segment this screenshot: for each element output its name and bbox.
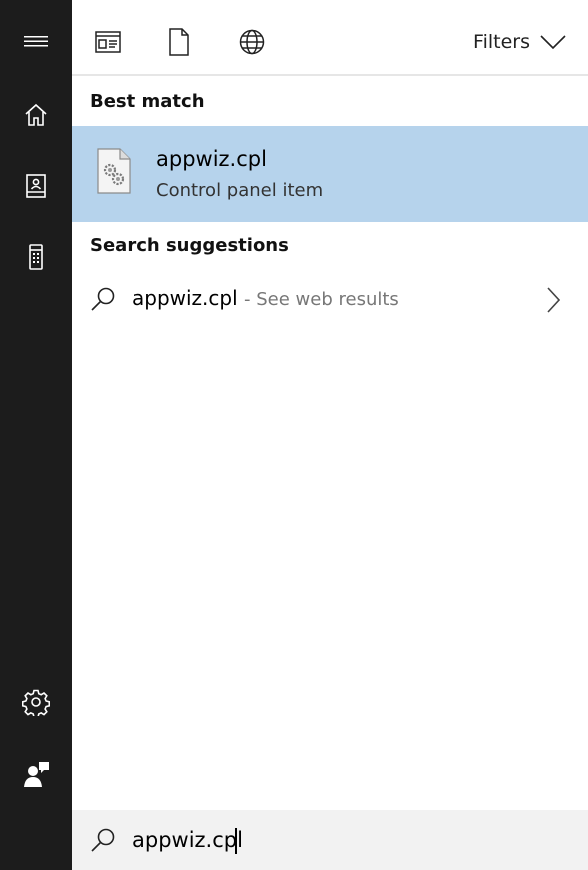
apps-icon	[95, 31, 121, 53]
menu-button[interactable]	[0, 13, 72, 69]
documents-scope-button[interactable]	[151, 14, 207, 70]
devices-button[interactable]	[0, 229, 72, 285]
search-suggestions-heading: Search suggestions	[90, 235, 289, 256]
suggestion-text: appwiz.cpl - See web results	[132, 286, 399, 310]
left-rail	[0, 0, 72, 870]
search-panel: Filters Best match appwiz.cpl Control pa…	[72, 0, 588, 870]
filters-dropdown[interactable]: Filters	[473, 24, 566, 60]
apps-scope-button[interactable]	[80, 14, 136, 70]
settings-gear-icon	[22, 689, 50, 716]
search-input[interactable]	[132, 824, 552, 856]
best-match-result[interactable]: appwiz.cpl Control panel item	[72, 126, 588, 222]
phone-device-icon	[29, 244, 43, 270]
search-icon	[91, 287, 115, 311]
document-icon	[169, 28, 189, 56]
filters-label: Filters	[473, 31, 530, 53]
search-icon	[91, 828, 115, 852]
settings-button[interactable]	[0, 674, 72, 730]
chevron-right-icon[interactable]	[546, 287, 560, 313]
home-button[interactable]	[0, 87, 72, 143]
search-box	[72, 810, 588, 870]
notebook-icon	[26, 174, 46, 198]
text-cursor	[235, 828, 237, 854]
control-panel-file-icon	[97, 148, 131, 194]
notebook-button[interactable]	[0, 158, 72, 214]
chevron-down-icon	[540, 35, 566, 50]
suggestion-query: appwiz.cpl	[132, 286, 238, 310]
hamburger-menu-icon	[24, 36, 48, 47]
web-globe-icon	[239, 29, 265, 55]
feedback-button[interactable]	[0, 746, 72, 802]
web-suggestion-item[interactable]: appwiz.cpl - See web results	[72, 272, 588, 326]
best-match-heading: Best match	[90, 91, 205, 112]
suggestion-suffix: - See web results	[244, 289, 399, 310]
home-icon	[25, 103, 47, 126]
best-match-subtitle: Control panel item	[156, 180, 324, 201]
scope-toolbar: Filters	[72, 0, 588, 76]
feedback-person-icon	[24, 762, 49, 787]
best-match-title: appwiz.cpl	[156, 147, 267, 171]
web-scope-button[interactable]	[224, 14, 280, 70]
